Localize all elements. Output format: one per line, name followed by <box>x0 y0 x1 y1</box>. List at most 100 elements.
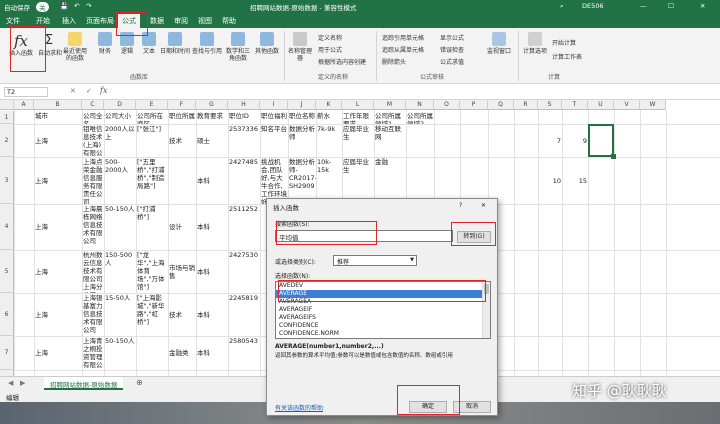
table-cell[interactable]: ["张江"] <box>136 124 168 157</box>
function-item[interactable]: AVERAGEIF <box>276 306 482 314</box>
header-cell[interactable]: 公司全名 <box>82 111 104 124</box>
table-cell[interactable]: 金融 <box>374 157 406 204</box>
table-cell[interactable]: 市场与销售 <box>168 250 196 293</box>
corner-cell[interactable] <box>0 100 14 110</box>
column-header[interactable]: I <box>260 100 288 110</box>
maximize-icon[interactable]: ☐ <box>668 2 674 10</box>
table-cell[interactable]: 2427485 <box>228 157 260 204</box>
header-cell[interactable]: 公司所属领域2 <box>406 111 434 124</box>
table-cell[interactable]: ["上海影城","新华路","虹桥"] <box>136 293 168 336</box>
formula-input[interactable] <box>116 87 716 97</box>
column-header[interactable]: M <box>374 100 406 110</box>
table-cell[interactable]: 10k-15k <box>316 157 342 204</box>
create-from-selection-button[interactable]: 根据所选内容创建 <box>318 57 366 66</box>
scroll-right-icon[interactable]: ▶ <box>20 379 25 387</box>
header-cell[interactable]: 教育要求 <box>196 111 228 124</box>
header-cell[interactable]: 公司所属领域1 <box>374 111 406 124</box>
define-name-button[interactable]: 定义名称 <box>318 33 342 42</box>
table-cell[interactable]: 上海青之桐投资管理有限公司 <box>82 336 104 370</box>
table-cell[interactable]: 50-150人 <box>104 336 136 370</box>
column-header[interactable]: F <box>168 100 196 110</box>
table-cell[interactable]: 2000人以上 <box>104 124 136 157</box>
row-header[interactable]: 3 <box>0 157 14 204</box>
tab-review[interactable]: 审阅 <box>174 16 188 26</box>
column-header[interactable]: T <box>562 100 588 110</box>
table-cell[interactable]: 本科 <box>196 250 228 293</box>
function-item[interactable]: CONFIDENCE <box>276 322 482 330</box>
help-icon[interactable]: ? <box>459 202 462 209</box>
add-sheet-icon[interactable]: ⊕ <box>136 378 143 387</box>
header-cell[interactable]: 薪水 <box>316 111 342 124</box>
table-cell[interactable]: 设计 <box>168 204 196 250</box>
table-cell[interactable]: 2580543 <box>228 336 260 370</box>
column-header[interactable]: S <box>538 100 562 110</box>
selected-cell[interactable] <box>588 124 614 157</box>
table-cell[interactable]: 上海银基富力信息技术有限公司 <box>82 293 104 336</box>
table-cell[interactable]: 2511252 <box>228 204 260 250</box>
tab-data[interactable]: 数据 <box>150 16 164 26</box>
header-cell[interactable]: 职位福利 <box>260 111 288 124</box>
search-icon[interactable]: ⌕ <box>560 2 564 11</box>
table-cell[interactable]: 技术 <box>168 124 196 157</box>
scroll-left-icon[interactable]: ◀ <box>8 379 13 387</box>
table-cell[interactable]: 挑战机会,团队好,与大牛合作,工作环境好 <box>260 157 288 204</box>
redo-icon[interactable]: ↷ <box>86 2 91 10</box>
autosave-toggle[interactable]: 关 <box>36 2 49 12</box>
fx-icon[interactable]: fx <box>100 86 107 95</box>
table-cell[interactable]: 2427530 <box>228 250 260 293</box>
evaluate-formula-button[interactable]: 公式求值 <box>440 57 464 66</box>
name-box[interactable]: T2 <box>4 87 48 97</box>
table-cell[interactable]: ["打浦桥"] <box>136 204 168 250</box>
table-cell[interactable]: 杭州数云信息技术有限公司上海分公司 <box>82 250 104 293</box>
row-header[interactable]: 1 <box>0 111 14 124</box>
row-header[interactable]: 4 <box>0 204 14 250</box>
lookup-button[interactable]: 查找与引用 <box>192 32 222 55</box>
table-cell[interactable]: 应届毕业生 <box>342 124 374 157</box>
column-header[interactable]: V <box>614 100 640 110</box>
table-cell[interactable]: 7k-9k <box>316 124 342 157</box>
table-cell[interactable]: 2537336 <box>228 124 260 157</box>
column-header[interactable]: D <box>104 100 136 110</box>
table-cell[interactable]: 500-2000人 <box>104 157 136 204</box>
show-formulas-button[interactable]: 显示公式 <box>440 33 464 42</box>
watch-window-button[interactable]: 监视窗口 <box>486 32 512 55</box>
table-cell[interactable]: 上海 <box>34 124 82 157</box>
tab-home[interactable]: 开始 <box>36 16 50 26</box>
fill-handle[interactable] <box>611 154 616 159</box>
name-manager-button[interactable]: 名称管理器 <box>288 32 312 62</box>
table-cell[interactable]: 15 <box>562 176 588 186</box>
column-header[interactable]: J <box>288 100 316 110</box>
row-header[interactable]: 7 <box>0 336 14 370</box>
header-cell[interactable]: 职位ID <box>228 111 260 124</box>
table-cell[interactable]: ["五里桥","打浦桥","制造局路"] <box>136 157 168 204</box>
table-cell[interactable]: 数据分析师 <box>288 124 316 157</box>
table-cell[interactable]: 钼唯信息技术(上海)有限公司 <box>82 124 104 157</box>
table-cell[interactable]: 移动互联网 <box>374 124 406 157</box>
table-cell[interactable]: 本科 <box>196 293 228 336</box>
calc-now-button[interactable]: 开始计算 <box>552 38 576 47</box>
tab-help[interactable]: 帮助 <box>222 16 236 26</box>
table-cell[interactable]: 硕士 <box>196 124 228 157</box>
table-cell[interactable]: 上海晨栋网络信息技术有限公司 <box>82 204 104 250</box>
recent-functions-button[interactable]: 最近使用的函数 <box>62 32 88 62</box>
table-cell[interactable]: 7 <box>538 136 562 146</box>
table-cell[interactable]: 本科 <box>196 157 228 204</box>
more-functions-button[interactable]: 其他函数 <box>254 32 280 55</box>
header-cell[interactable]: 职位所属 <box>168 111 196 124</box>
enter-icon[interactable]: ✓ <box>86 87 92 95</box>
table-cell[interactable]: ["龙华","上海体育场","万体馆"] <box>136 250 168 293</box>
help-link[interactable]: 有关该函数的帮助 <box>275 403 323 412</box>
tab-view[interactable]: 视图 <box>198 16 212 26</box>
trace-dependents-button[interactable]: 追踪从属单元格 <box>382 45 424 54</box>
row-header[interactable]: 2 <box>0 124 14 157</box>
column-header[interactable]: K <box>316 100 342 110</box>
column-header[interactable]: C <box>82 100 104 110</box>
column-header[interactable]: R <box>514 100 538 110</box>
column-header[interactable]: E <box>136 100 168 110</box>
column-header[interactable]: Q <box>488 100 514 110</box>
calc-sheet-button[interactable]: 计算工作表 <box>552 52 582 61</box>
column-header[interactable]: A <box>14 100 34 110</box>
table-cell[interactable]: 技术 <box>168 293 196 336</box>
function-item[interactable]: AVERAGEIFS <box>276 314 482 322</box>
row-header[interactable]: 5 <box>0 250 14 293</box>
